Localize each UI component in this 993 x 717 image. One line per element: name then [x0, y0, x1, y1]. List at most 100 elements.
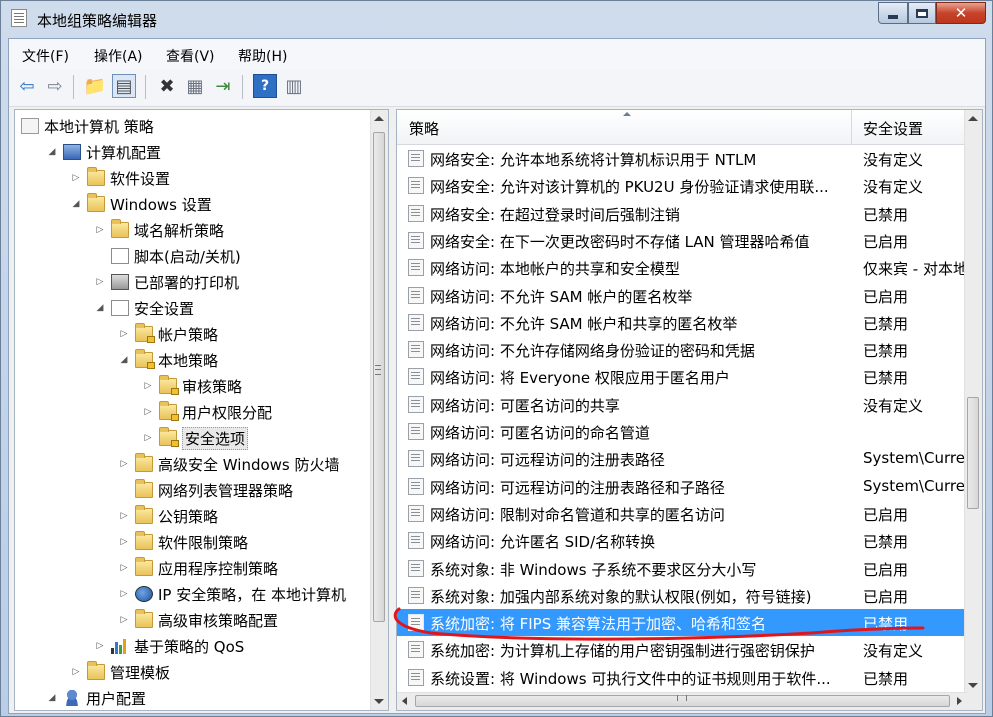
- folder-icon: [111, 219, 129, 238]
- expanded-arrow-icon[interactable]: ◢: [69, 197, 83, 211]
- policy-row[interactable]: 网络安全: 允许对该计算机的 PKU2U 身份验证请求使用联... 没有定义: [397, 172, 967, 199]
- tree-scroll-thumb[interactable]: [373, 132, 385, 622]
- expanded-arrow-icon[interactable]: ◢: [45, 691, 59, 705]
- tree-item[interactable]: ◢ 计算机配置: [45, 140, 161, 164]
- collapsed-arrow-icon[interactable]: ▷: [141, 379, 155, 393]
- collapsed-arrow-icon[interactable]: ▷: [117, 535, 131, 549]
- tree-item[interactable]: ▷ 已部署的打印机: [93, 270, 239, 294]
- collapsed-arrow-icon[interactable]: ▷: [117, 509, 131, 523]
- close-button[interactable]: ✕: [936, 2, 986, 24]
- policy-row[interactable]: 网络访问: 不允许存储网络身份验证的密码和凭据 已禁用: [397, 336, 967, 363]
- up-folder-button[interactable]: 📁: [83, 74, 107, 98]
- scroll-up-icon[interactable]: [374, 116, 384, 121]
- back-button[interactable]: ⇦: [15, 74, 39, 98]
- policy-row[interactable]: 网络访问: 可匿名访问的共享 没有定义: [397, 391, 967, 418]
- scroll-left-icon[interactable]: [402, 697, 407, 705]
- help-button[interactable]: ?: [253, 74, 277, 98]
- tree-item[interactable]: ▷ IP 安全策略，在 本地计算机: [117, 582, 346, 606]
- tree-item[interactable]: 本地计算机 策略: [21, 114, 154, 138]
- scroll-up-icon[interactable]: [968, 116, 978, 121]
- policy-row[interactable]: 网络安全: 在下一次更改密码时不存储 LAN 管理器哈希值 已启用: [397, 227, 967, 254]
- tree-vertical-scrollbar[interactable]: [370, 110, 388, 710]
- expanded-arrow-icon[interactable]: ◢: [45, 145, 59, 159]
- policy-row[interactable]: 系统对象: 非 Windows 子系统不要求区分大小写 已启用: [397, 555, 967, 582]
- forward-button[interactable]: ⇨: [43, 74, 67, 98]
- collapsed-arrow-icon[interactable]: ▷: [117, 613, 131, 627]
- collapsed-arrow-icon[interactable]: ▷: [117, 561, 131, 575]
- menu-file[interactable]: 文件(F): [22, 46, 69, 66]
- pane-splitter[interactable]: [390, 109, 395, 711]
- collapsed-arrow-icon[interactable]: ▷: [117, 587, 131, 601]
- tree-item[interactable]: ◢ 用户配置: [45, 686, 146, 710]
- expanded-arrow-icon[interactable]: ◢: [93, 301, 107, 315]
- policy-row[interactable]: 网络访问: 可远程访问的注册表路径 System\Curren: [397, 445, 967, 472]
- tree-item[interactable]: ▷ 基于策略的 QoS: [93, 634, 245, 658]
- show-tree-button[interactable]: ▤: [112, 74, 136, 98]
- menu-view[interactable]: 查看(V): [166, 46, 215, 66]
- policy-row[interactable]: 网络安全: 允许本地系统将计算机标识用于 NTLM 没有定义: [397, 145, 967, 172]
- policy-row[interactable]: 系统加密: 将 FIPS 兼容算法用于加密、哈希和签名 已禁用: [397, 609, 967, 637]
- security-setting-value: 已禁用: [863, 205, 909, 224]
- scroll-down-icon[interactable]: [968, 683, 978, 688]
- collapsed-arrow-icon[interactable]: ▷: [69, 171, 83, 185]
- collapsed-arrow-icon[interactable]: ▷: [117, 327, 131, 341]
- collapsed-arrow-icon[interactable]: ▷: [117, 457, 131, 471]
- collapsed-arrow-icon[interactable]: ▷: [141, 405, 155, 419]
- policy-row[interactable]: 网络访问: 本地帐户的共享和安全模型 仅来宾 - 对本地: [397, 254, 967, 281]
- policy-row[interactable]: 网络访问: 将 Everyone 权限应用于匿名用户 已禁用: [397, 363, 967, 390]
- minimize-button[interactable]: [878, 2, 908, 24]
- maximize-button[interactable]: [908, 2, 936, 24]
- scroll-down-icon[interactable]: [374, 699, 384, 704]
- title-bar[interactable]: 本地组策略编辑器 ✕: [1, 1, 992, 37]
- policy-row[interactable]: 网络访问: 不允许 SAM 帐户的匿名枚举 已启用: [397, 282, 967, 309]
- tree-item[interactable]: ▷ 应用程序控制策略: [117, 556, 278, 580]
- tree-item[interactable]: ▷ 域名解析策略: [93, 218, 224, 242]
- menu-action[interactable]: 操作(A): [94, 46, 143, 66]
- policy-row[interactable]: 网络访问: 限制对命名管道和共享的匿名访问 已启用: [397, 500, 967, 527]
- expanded-arrow-icon[interactable]: ◢: [117, 353, 131, 367]
- menu-help[interactable]: 帮助(H): [238, 46, 287, 66]
- tree-item[interactable]: ▷ 软件限制策略: [117, 530, 248, 554]
- column-header-policy[interactable]: 策略: [409, 118, 439, 139]
- column-divider[interactable]: [851, 110, 852, 144]
- console-tree: 本地计算机 策略 ◢ 计算机配置 ▷ 软件设置 ◢ Windows 设置 ▷ 域名解析策略 脚本(…: [14, 109, 389, 711]
- list-scroll-thumb[interactable]: [967, 397, 979, 509]
- policy-row[interactable]: 网络安全: 在超过登录时间后强制注销 已禁用: [397, 200, 967, 227]
- tree-item[interactable]: ▷ 帐户策略: [117, 322, 218, 346]
- tree-item[interactable]: 脚本(启动/关机): [93, 244, 241, 268]
- collapsed-arrow-icon[interactable]: ▷: [93, 275, 107, 289]
- tree-item[interactable]: ◢ Windows 设置: [69, 192, 212, 216]
- tree-item[interactable]: ▷ 审核策略: [141, 374, 242, 398]
- tree-item[interactable]: ▷ 高级安全 Windows 防火墙: [117, 452, 340, 476]
- collapsed-arrow-icon[interactable]: ▷: [69, 665, 83, 679]
- collapsed-arrow-icon[interactable]: ▷: [93, 223, 107, 237]
- export-list-button[interactable]: ⇥: [211, 74, 235, 98]
- policy-row[interactable]: 系统加密: 为计算机上存储的用户密钥强制进行强密钥保护 没有定义: [397, 636, 967, 663]
- tree-item[interactable]: ◢ 本地策略: [117, 348, 218, 372]
- policy-row[interactable]: 网络访问: 可远程访问的注册表路径和子路径 System\Curren: [397, 473, 967, 500]
- tree-item[interactable]: ▷ 安全选项: [141, 426, 249, 450]
- properties-button[interactable]: ▦: [183, 74, 207, 98]
- collapsed-arrow-icon[interactable]: ▷: [141, 431, 155, 445]
- tree-item[interactable]: ◢ 安全设置: [93, 296, 194, 320]
- policy-row[interactable]: 网络访问: 可匿名访问的命名管道: [397, 418, 967, 445]
- computer-icon: [63, 144, 81, 160]
- delete-button[interactable]: ✖: [155, 74, 179, 98]
- policy-name: 网络安全: 在超过登录时间后强制注销: [430, 205, 680, 224]
- tree-item[interactable]: ▷ 管理模板: [69, 660, 170, 684]
- tree-item[interactable]: ▷ 公钥策略: [117, 504, 218, 528]
- collapsed-arrow-icon[interactable]: ▷: [93, 639, 107, 653]
- list-vertical-scrollbar[interactable]: [964, 110, 982, 694]
- tree-item[interactable]: ▷ 软件设置: [69, 166, 170, 190]
- policy-row[interactable]: 网络访问: 不允许 SAM 帐户和共享的匿名枚举 已禁用: [397, 309, 967, 336]
- policy-row[interactable]: 系统对象: 加强内部系统对象的默认权限(例如，符号链接) 已启用: [397, 582, 967, 609]
- list-horizontal-scrollbar[interactable]: [397, 692, 967, 710]
- policy-row[interactable]: 网络访问: 允许匿名 SID/名称转换 已禁用: [397, 527, 967, 554]
- column-header-setting[interactable]: 安全设置: [863, 118, 923, 139]
- scroll-right-icon[interactable]: [957, 697, 962, 705]
- tree-item[interactable]: ▷ 用户权限分配: [141, 400, 272, 424]
- policy-row[interactable]: 系统设置: 将 Windows 可执行文件中的证书规则用于软件... 已禁用: [397, 664, 967, 691]
- tree-item[interactable]: 网络列表管理器策略: [117, 478, 293, 502]
- tree-item[interactable]: ▷ 高级审核策略配置: [117, 608, 278, 632]
- show-hide-pane-button[interactable]: ▥: [282, 74, 306, 98]
